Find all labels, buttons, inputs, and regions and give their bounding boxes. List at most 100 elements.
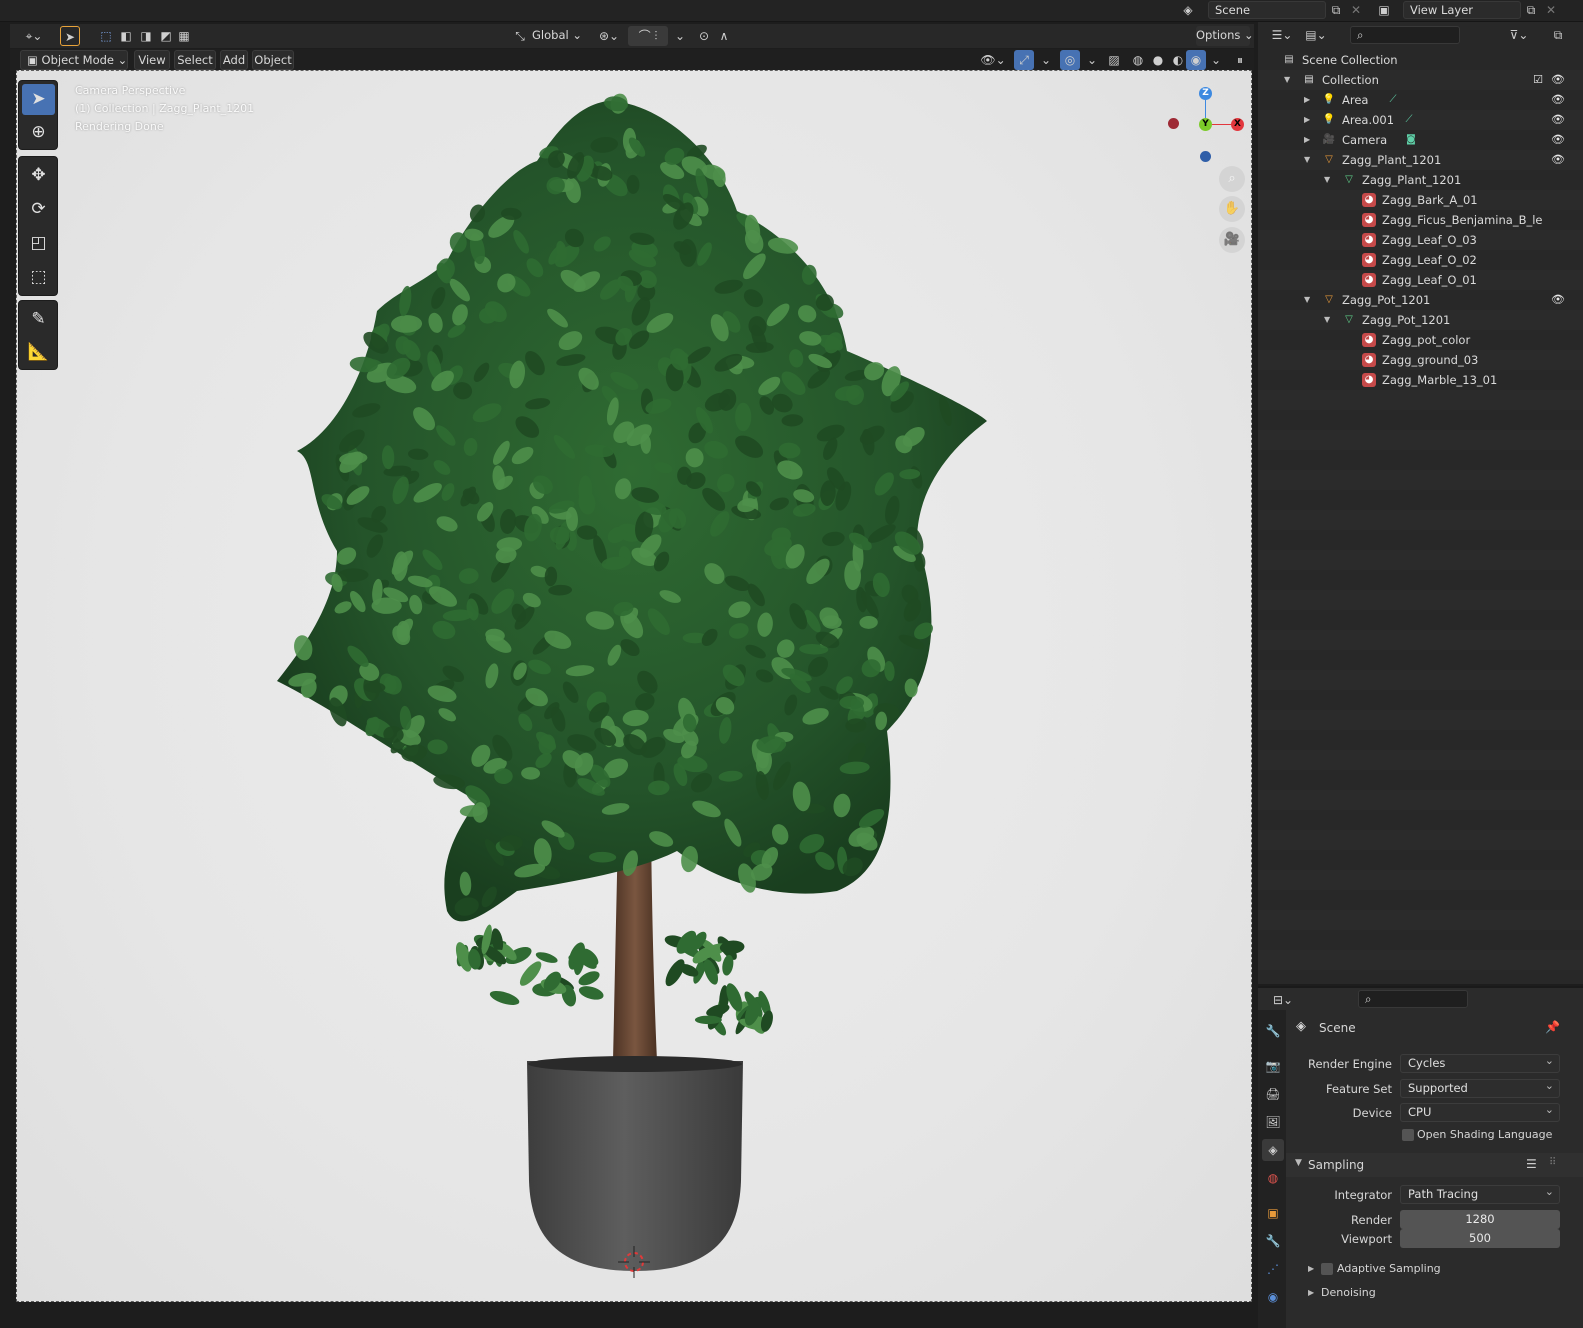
view-layer-field[interactable]: View Layer	[1403, 1, 1521, 19]
outliner-search-input[interactable]: ⌕	[1350, 26, 1460, 44]
pause-render-icon[interactable]: ⏸	[1230, 50, 1250, 70]
render-tab-icon[interactable]: 📷	[1262, 1055, 1284, 1077]
gizmo-axis-neg-x[interactable]	[1168, 118, 1179, 129]
editor-type-icon[interactable]: ⌖⌄	[20, 26, 48, 46]
cursor-tool-icon[interactable]: ⊕	[22, 117, 55, 148]
select-box-tool-icon[interactable]: ➤	[22, 84, 55, 115]
light-data-icon[interactable]: ⟋	[1402, 113, 1416, 127]
outliner-row[interactable]: ◕ Zagg_ground_03	[1258, 350, 1583, 370]
expand-arrow-icon[interactable]: ▼	[1304, 290, 1310, 310]
select-mode-new-icon[interactable]: ⬚	[96, 26, 116, 46]
expand-arrow-icon[interactable]: ▶	[1304, 110, 1310, 130]
properties-editor-type-icon[interactable]: ⊟⌄	[1268, 990, 1298, 1010]
menu-object[interactable]: Object	[252, 50, 294, 70]
scene-selector-icon[interactable]: ◈	[1178, 0, 1198, 20]
gizmo-axis-x[interactable]: X	[1231, 118, 1244, 131]
feature-set-dropdown[interactable]: Supported	[1400, 1077, 1560, 1098]
outliner-row[interactable]: ▼ ▽ Zagg_Plant_1201 👁	[1258, 150, 1583, 170]
physics-tab-icon[interactable]: ◉	[1262, 1286, 1284, 1308]
tool-tab-icon[interactable]: 🔧	[1262, 1020, 1284, 1042]
visibility-eye-icon[interactable]: 👁	[1551, 290, 1565, 310]
snap-options-icon[interactable]: ⌄	[670, 26, 690, 46]
osl-checkbox[interactable]	[1402, 1129, 1414, 1141]
drag-handle-icon[interactable]: ⠿	[1549, 1157, 1556, 1168]
scene-name-field[interactable]: Scene	[1208, 1, 1326, 19]
expand-arrow-icon[interactable]: ▼	[1304, 150, 1310, 170]
display-mode-icon[interactable]: ▤⌄	[1302, 25, 1330, 45]
outliner-editor-type-icon[interactable]: ☰⌄	[1268, 25, 1296, 45]
outliner-row[interactable]: ◕ Zagg_Leaf_O_01	[1258, 270, 1583, 290]
outliner-row[interactable]: ▼ ▤ Collection ☑ 👁	[1258, 70, 1583, 90]
mode-selector[interactable]: ▣ Object Mode ⌄	[20, 50, 128, 70]
select-mode-invert-icon[interactable]: ◩	[156, 26, 176, 46]
adaptive-expand-icon[interactable]: ▶	[1308, 1264, 1314, 1273]
measure-tool-icon[interactable]: 📐	[22, 337, 55, 368]
rotate-tool-icon[interactable]: ⟳	[22, 194, 55, 225]
denoising-expand-icon[interactable]: ▶	[1308, 1288, 1314, 1297]
render-samples-field[interactable]: 1280	[1400, 1210, 1560, 1229]
properties-search-input[interactable]: ⌕	[1358, 990, 1468, 1008]
zoom-icon[interactable]: ⌕	[1219, 166, 1245, 192]
new-collection-icon[interactable]: ⧉	[1548, 25, 1568, 45]
object-tab-icon[interactable]: ▣	[1262, 1202, 1284, 1224]
outliner-row[interactable]: ▤ Scene Collection	[1258, 50, 1583, 70]
outliner-row[interactable]: ▶ 💡 Area.001 ⟋ 👁	[1258, 110, 1583, 130]
visibility-eye-icon[interactable]: 👁	[1551, 110, 1565, 130]
visibility-eye-icon[interactable]: 👁	[1551, 130, 1565, 150]
transform-tool-icon[interactable]: ⬚	[22, 262, 55, 293]
exclude-checkbox-icon[interactable]: ☑	[1533, 70, 1543, 90]
filter-icon[interactable]: ⊽⌄	[1504, 25, 1534, 45]
annotate-tool-icon[interactable]: ✎	[22, 304, 55, 335]
proportional-falloff-icon[interactable]: ∧	[714, 26, 734, 46]
gizmo-toggle-icon[interactable]: ⤢	[1014, 50, 1034, 70]
overlays-options-icon[interactable]: ⌄	[1082, 50, 1102, 70]
outliner-row[interactable]: ◕ Zagg_Leaf_O_03	[1258, 230, 1583, 250]
visibility-eye-icon[interactable]: 👁	[1551, 90, 1565, 110]
move-tool-icon[interactable]: ✥	[22, 160, 55, 191]
world-tab-icon[interactable]: ◍	[1262, 1167, 1284, 1189]
select-mode-subtract-icon[interactable]: ◨	[136, 26, 156, 46]
presets-list-icon[interactable]: ☰	[1526, 1157, 1537, 1171]
remove-view-layer-icon[interactable]: ✕	[1541, 0, 1561, 20]
transform-orientation-dropdown[interactable]: Global ⌄	[532, 26, 588, 46]
select-mode-intersect-icon[interactable]: ▦	[174, 26, 194, 46]
adaptive-sampling-checkbox[interactable]	[1321, 1263, 1333, 1275]
expand-arrow-icon[interactable]: ▼	[1324, 170, 1330, 190]
shading-rendered-icon[interactable]: ◉	[1186, 50, 1206, 70]
outliner-row[interactable]: ◕ Zagg_Leaf_O_02	[1258, 250, 1583, 270]
outliner-row[interactable]: ▼ ▽ Zagg_Plant_1201	[1258, 170, 1583, 190]
render-engine-dropdown[interactable]: Cycles	[1400, 1052, 1560, 1073]
integrator-dropdown[interactable]: Path Tracing	[1400, 1183, 1560, 1204]
visibility-filter-icon[interactable]: 👁⌄	[978, 50, 1008, 70]
gizmo-options-icon[interactable]: ⌄	[1036, 50, 1056, 70]
remove-scene-icon[interactable]: ✕	[1346, 0, 1366, 20]
scene-tab-icon[interactable]: ◈	[1262, 1139, 1284, 1161]
outliner-row[interactable]: ▼ ▽ Zagg_Pot_1201 👁	[1258, 290, 1583, 310]
pivot-point-icon[interactable]: ⊛⌄	[596, 26, 622, 46]
snap-icon[interactable]: ⌒ ⫶	[628, 26, 668, 46]
expand-arrow-icon[interactable]: ▶	[1304, 130, 1310, 150]
select-tool-icon[interactable]: ➤	[60, 26, 80, 46]
new-view-layer-icon[interactable]: ⧉	[1521, 0, 1541, 20]
view-layer-tab-icon[interactable]: 🖼	[1262, 1111, 1284, 1133]
expand-arrow-icon[interactable]: ▼	[1284, 70, 1290, 90]
light-data-icon[interactable]: ⟋	[1386, 93, 1400, 107]
gizmo-axis-z[interactable]: Z	[1199, 87, 1212, 100]
device-dropdown[interactable]: CPU	[1400, 1101, 1560, 1122]
shading-options-icon[interactable]: ⌄	[1206, 50, 1226, 70]
new-scene-icon[interactable]: ⧉	[1326, 0, 1346, 20]
outliner-row[interactable]: ▶ 🎥 Camera ◙ 👁	[1258, 130, 1583, 150]
camera-view-icon[interactable]: 🎥	[1219, 227, 1245, 253]
3d-viewport[interactable]: Camera Perspective (1) Collection | Zagg…	[16, 70, 1252, 1302]
pan-hand-icon[interactable]: ✋	[1219, 196, 1245, 222]
outliner-row[interactable]: ◕ Zagg_Marble_13_01	[1258, 370, 1583, 390]
menu-add[interactable]: Add	[220, 50, 248, 70]
shading-solid-icon[interactable]: ●	[1148, 50, 1168, 70]
select-mode-extend-icon[interactable]: ◧	[116, 26, 136, 46]
visibility-eye-icon[interactable]: 👁	[1551, 70, 1565, 90]
particles-tab-icon[interactable]: ⋰	[1262, 1258, 1284, 1280]
visibility-eye-icon[interactable]: 👁	[1551, 150, 1565, 170]
expand-arrow-icon[interactable]: ▼	[1324, 310, 1330, 330]
viewport-samples-field[interactable]: 500	[1400, 1229, 1560, 1248]
output-tab-icon[interactable]: 🖨	[1262, 1083, 1284, 1105]
